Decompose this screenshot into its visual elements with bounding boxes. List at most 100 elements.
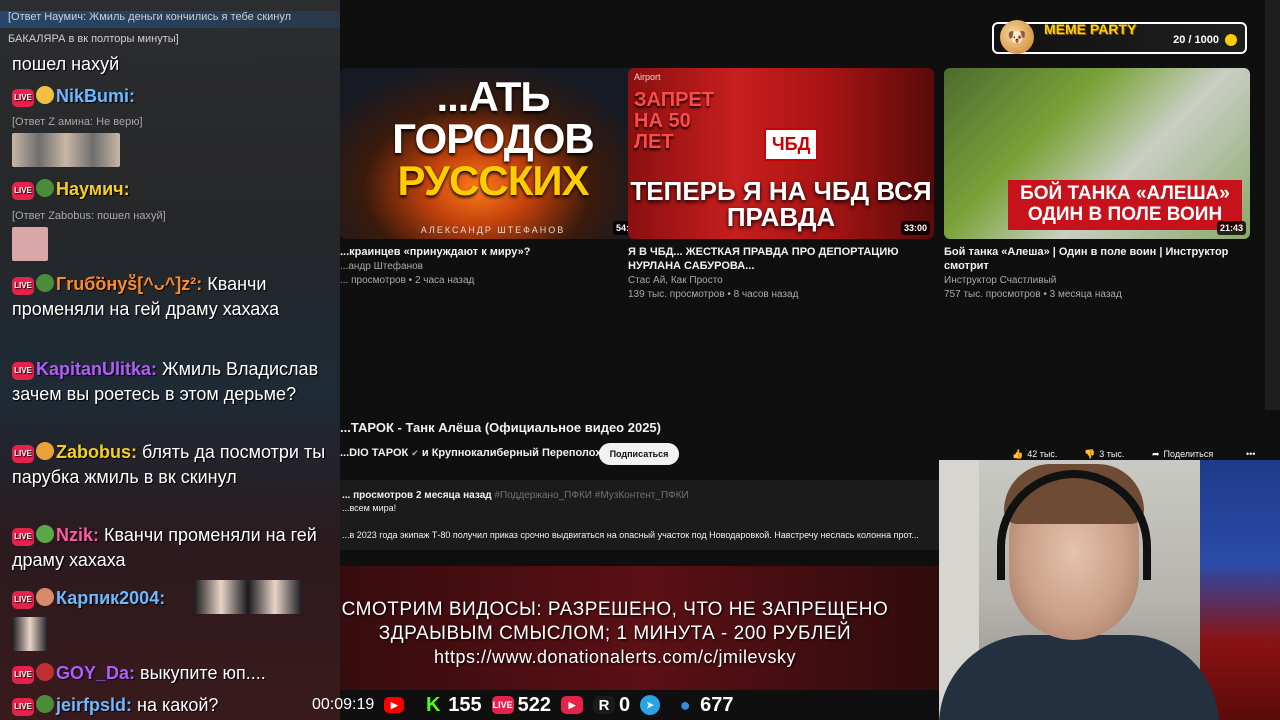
video-duration-3: 21:43 — [1216, 221, 1246, 235]
chat-message-4: LIVE Гruб̈ö̈нуš̈[^ᴗ^]z²: Кванчи променяли… — [12, 272, 334, 322]
channel-name[interactable]: ...DIO ТАРОК ✔ и Крупнокалиберный Перепо… — [340, 447, 612, 459]
video-channel-1[interactable]: ...андр Штефанов — [340, 260, 646, 273]
chat-message-5: LIVE KapitanUlitka: Жмиль Владислав зачем… — [12, 357, 334, 407]
coin-icon — [1225, 34, 1237, 46]
description-line-1: ...всем мира! — [342, 503, 397, 513]
like-count: 42 тыс. — [1027, 449, 1058, 459]
video-meta-3: 757 тыс. просмотров • 3 месяца назад — [944, 289, 1122, 300]
video-title-3[interactable]: Бой танка «Алеша» | Один в поле воин | И… — [944, 245, 1250, 273]
chat-nick[interactable]: NikBumi: — [56, 86, 135, 106]
share-icon: ➦ — [1152, 448, 1160, 459]
chat-nick[interactable]: Наумич: — [56, 179, 130, 199]
meme-party-title: MEME PARTY — [1044, 21, 1137, 37]
chat-nick[interactable]: jeirfpsld: — [56, 695, 132, 715]
chat-message-text: пошел нахуй — [12, 54, 120, 74]
chat-nick[interactable]: KapitanUlitka: — [36, 359, 157, 379]
description-tags[interactable]: #Поддержано_ПФКИ #МузКонтент_ПФКИ — [494, 490, 688, 501]
thumb-3-text: БОЙ ТАНКА «АЛЕША» ОДИН В ПОЛЕ ВОИН — [1008, 180, 1242, 230]
webcam-overlay — [939, 460, 1280, 720]
user-badge-icon — [36, 695, 54, 713]
subscribe-button[interactable]: Подписаться — [599, 443, 679, 465]
emote-image — [194, 580, 302, 614]
video-channel-3[interactable]: Инструктор Счастливый — [944, 274, 1250, 287]
total-viewers: 677 — [700, 693, 734, 716]
live-badge-icon: LIVE — [12, 445, 34, 463]
live-badge-icon: LIVE — [12, 182, 34, 200]
banner-link: https://www.donationalerts.com/c/jmilevs… — [433, 647, 797, 667]
emote-image — [12, 227, 48, 261]
share-label: Поделиться — [1163, 449, 1214, 459]
user-badge-icon — [36, 442, 54, 460]
meme-party-widget: 🐶 MEME PARTY 20 / 1000 — [992, 20, 1247, 54]
channel-name-2[interactable]: и Крупнокалиберный Переполох — [422, 447, 601, 459]
live-badge-icon: LIVE — [12, 362, 34, 380]
description-views: ... просмотров 2 месяца назад — [342, 490, 492, 501]
chat-panel: [Ответ Наумич: Жмиль деньги кончились я … — [0, 0, 340, 720]
video-meta-1: ... просмотров • 2 часа назад — [340, 275, 475, 286]
chat-nick[interactable]: Гruб̈ö̈нуš̈[^ᴗ^]z²: — [56, 274, 202, 294]
current-video-title: ...ТАРОК - Танк Алёша (Официальное видео… — [340, 420, 661, 435]
channel-name-1[interactable]: ...DIO ТАРОК — [340, 447, 408, 459]
chat-nick[interactable]: Zabobus: — [56, 442, 137, 462]
thumb-2-tag: Airport — [634, 72, 661, 82]
chat-message-10: LIVE jeirfpsld: на какой? — [12, 693, 334, 718]
user-badge-icon — [36, 663, 54, 681]
thumbs-up-icon: 👍 — [1012, 448, 1024, 459]
chat-message-1: пошел нахуй — [12, 52, 334, 77]
video-meta-2: 139 тыс. просмотров • 8 часов назад — [628, 289, 799, 300]
chat-nick[interactable]: Nzik: — [56, 525, 99, 545]
vk-video-icon: ▶ — [561, 696, 584, 714]
chat-nick[interactable]: Карпик2004: — [56, 588, 165, 608]
verified-icon: ✔ — [411, 448, 419, 458]
emote-image — [12, 617, 48, 651]
live-badge-icon: LIVE — [12, 89, 34, 107]
stream-timer: 00:09:19 — [312, 696, 375, 713]
chat-reply-quote: [Ответ Z амина: Не верю] — [12, 116, 143, 128]
chat-message-3: LIVE Наумич: — [12, 177, 334, 202]
live-badge-icon: LIVE — [12, 277, 34, 295]
thumb-1-accent: РУССКИХ — [397, 157, 589, 204]
video-duration-2: 33:00 — [900, 221, 930, 235]
rutube-viewers: 0 — [619, 693, 631, 716]
chat-message-text: выкупите юп.... — [140, 663, 266, 683]
user-badge-icon — [36, 179, 54, 197]
dislike-count: 3 тыс. — [1099, 449, 1125, 459]
chat-reply-quote: [Ответ Zabobus: пошел нахуй] — [12, 210, 166, 222]
video-thumbnail-2[interactable]: Airport ЗАПРЕТ НА 50 ЛЕТ ЧБД ТЕПЕРЬ Я НА… — [628, 68, 934, 239]
chat-nick[interactable]: GOY_Da: — [56, 663, 135, 683]
thumbs-down-icon: 👎 — [1084, 448, 1096, 459]
live-badge-icon: LIVE — [12, 591, 34, 609]
right-scroll-strip — [1265, 0, 1280, 410]
live-badge-icon: LIVE — [12, 698, 34, 716]
live-badge-icon: LIVE — [12, 666, 34, 684]
video-title-1[interactable]: ...краинцев «принуждают к миру»? — [340, 245, 646, 259]
chat-message-9: LIVE GOY_Da: выкупите юп.... — [12, 661, 334, 686]
streamer-shirt — [939, 635, 1219, 720]
chat-message-2: LIVE NikBumi: — [12, 84, 334, 109]
live-badge-icon: LIVE — [12, 528, 34, 546]
thumb-2-side-text: ЗАПРЕТ НА 50 ЛЕТ — [634, 89, 714, 153]
vk-live-icon: LIVE — [491, 696, 514, 714]
video-card-1[interactable]: ...АТЬ ГОРОДОВ РУССКИХ АЛЕКСАНДР ШТЕФАНО… — [340, 68, 646, 287]
meme-party-count: 20 / 1000 — [1173, 34, 1219, 46]
chat-message-text: на какой? — [137, 695, 219, 715]
video-card-3[interactable]: БОЙ ТАНКА «АЛЕША» ОДИН В ПОЛЕ ВОИН 21:43… — [944, 68, 1250, 301]
kick-viewers: 155 — [448, 693, 482, 716]
user-badge-icon — [36, 525, 54, 543]
viewers-icon: ● — [679, 694, 691, 715]
video-thumbnail-3[interactable]: БОЙ ТАНКА «АЛЕША» ОДИН В ПОЛЕ ВОИН 21:43 — [944, 68, 1250, 239]
video-channel-2[interactable]: Стас Ай, Как Просто — [628, 274, 934, 287]
video-thumbnail-1[interactable]: ...АТЬ ГОРОДОВ РУССКИХ АЛЕКСАНДР ШТЕФАНО… — [340, 68, 646, 239]
chat-message-7: LIVE Nzik: Кванчи променяли на гей драму … — [12, 523, 334, 573]
video-card-2[interactable]: Airport ЗАПРЕТ НА 50 ЛЕТ ЧБД ТЕПЕРЬ Я НА… — [628, 68, 934, 301]
thumb-1-credit: АЛЕКСАНДР ШТЕФАНОВ — [420, 225, 566, 235]
thumb-2-badge: ЧБД — [764, 128, 819, 161]
chat-reply-quote: [Ответ Наумич: Жмиль деньги кончились я … — [8, 11, 292, 45]
video-title-2[interactable]: Я В ЧБД... ЖЕСТКАЯ ПРАВДА ПРО ДЕПОРТАЦИЮ… — [628, 245, 934, 273]
emote-image — [12, 133, 120, 167]
youtube-icon: ▶ — [384, 697, 405, 713]
banner-line-1: СМОТРИМ ВИДОСЫ: РАЗРЕШЕНО, ЧТО НЕ ЗАПРЕЩ… — [341, 599, 889, 620]
kick-icon: K — [426, 693, 441, 716]
webcam-background-flags — [1200, 460, 1280, 720]
chat-message-6: LIVE Zabobus: блять да посмотри ты парубк… — [12, 440, 334, 490]
